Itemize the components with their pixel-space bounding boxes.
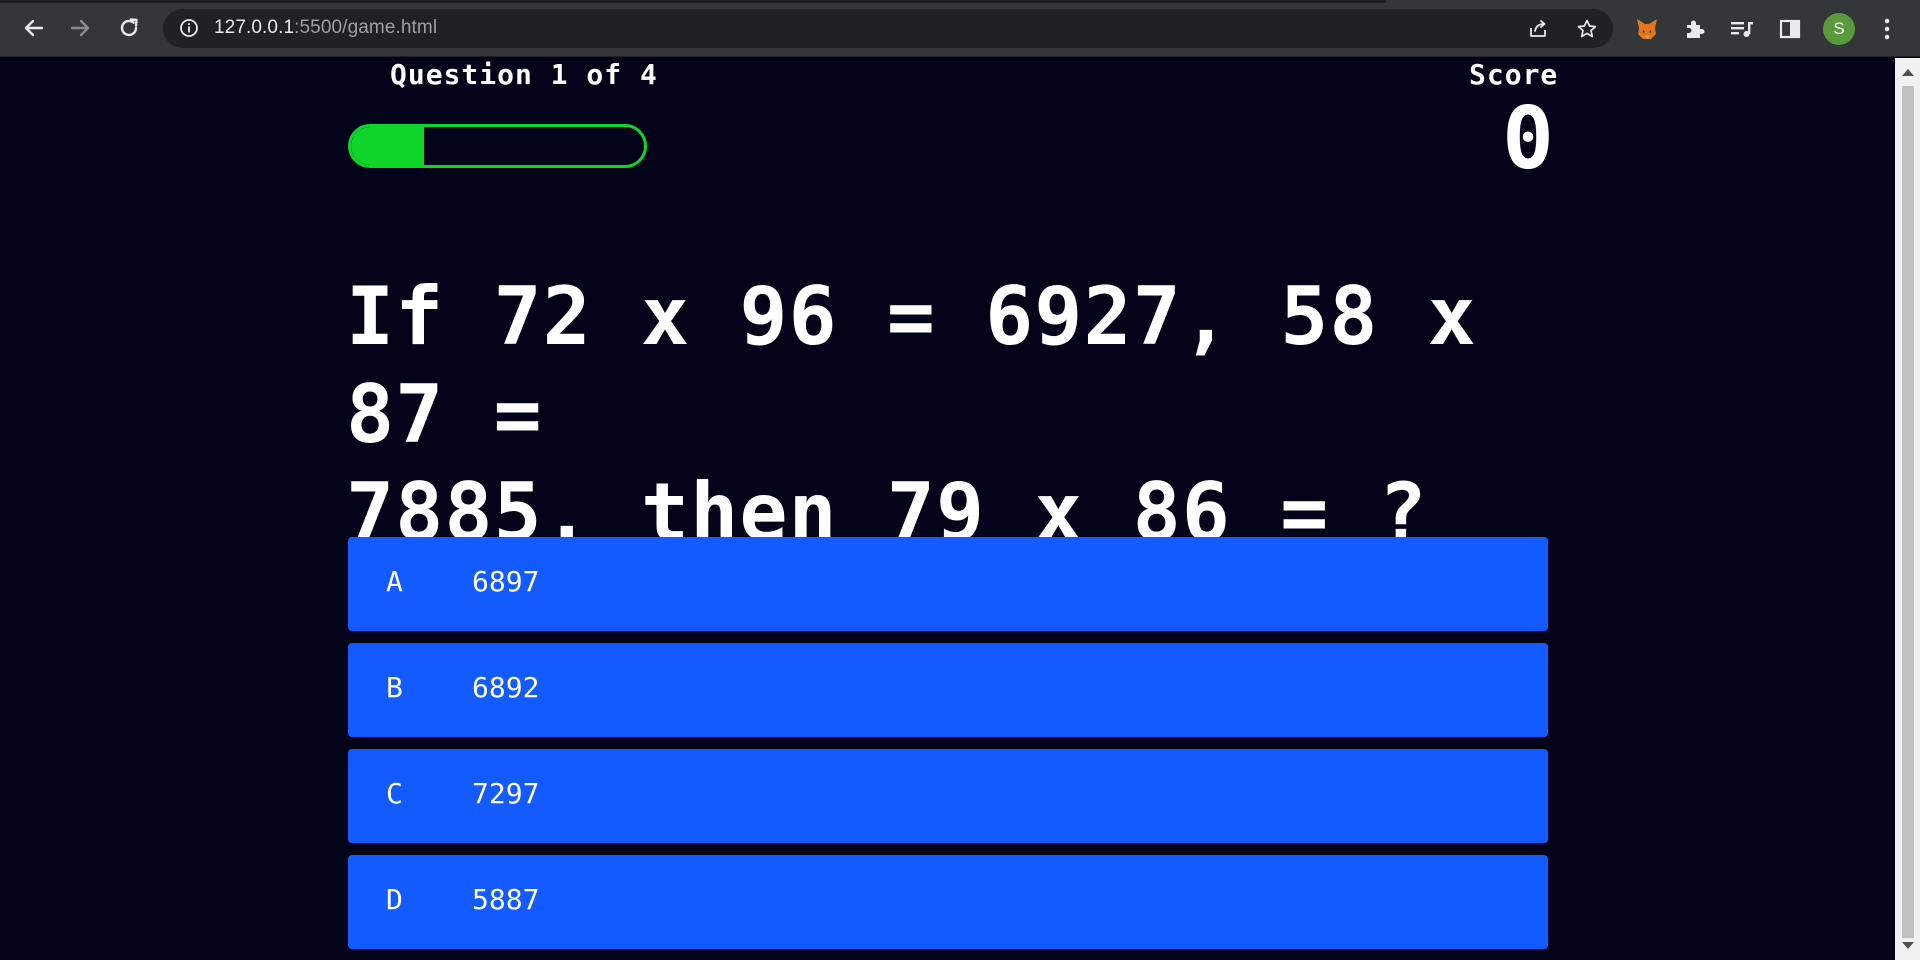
choice-text: 6897 (472, 565, 540, 598)
profile-avatar[interactable]: S (1823, 13, 1855, 45)
choice-a[interactable]: A 6897 (348, 537, 1548, 631)
scroll-down-arrow-icon[interactable] (1902, 942, 1914, 949)
back-button[interactable] (14, 9, 52, 47)
choice-text: 6892 (472, 671, 540, 704)
vertical-scrollbar[interactable] (1895, 58, 1920, 960)
choice-d[interactable]: D 5887 (348, 855, 1548, 949)
choice-prefix: B (386, 671, 403, 704)
kebab-menu-icon (1884, 18, 1890, 40)
side-panel-icon (1779, 19, 1801, 39)
choice-prefix: C (386, 777, 403, 810)
media-control-button[interactable] (1725, 12, 1759, 46)
reload-button[interactable] (110, 9, 148, 47)
progress-text: Question 1 of 4 (390, 58, 658, 91)
star-icon[interactable] (1576, 18, 1598, 40)
progress-bar (348, 124, 647, 168)
address-bar[interactable]: 127.0.0.1:5500/game.html (163, 9, 1613, 48)
browser-toolbar: 127.0.0.1:5500/game.html S (0, 0, 1920, 57)
forward-arrow-icon (70, 19, 90, 37)
metamask-fox-icon (1637, 19, 1657, 39)
info-icon[interactable] (179, 18, 199, 38)
share-icon[interactable] (1527, 18, 1549, 40)
choice-b[interactable]: B 6892 (348, 643, 1548, 737)
forward-button[interactable] (62, 9, 100, 47)
question-text: If 72 x 96 = 6927, 58 x 87 = 7885, then … (346, 268, 1556, 562)
browser-menu-button[interactable] (1870, 12, 1904, 46)
scrollbar-thumb[interactable] (1902, 86, 1914, 938)
choice-text: 5887 (472, 883, 540, 916)
score-label: Score (1469, 58, 1559, 91)
url-host: 127.0.0.1 (214, 17, 295, 38)
tab-strip-edge (0, 0, 1386, 3)
progress-bar-fill (351, 127, 425, 165)
url-path: :5500/game.html (294, 17, 438, 38)
url-text[interactable]: 127.0.0.1:5500/game.html (214, 17, 437, 39)
question-line-1: If 72 x 96 = 6927, 58 x 87 = (346, 270, 1477, 461)
reload-icon (120, 18, 138, 37)
side-panel-button[interactable] (1773, 12, 1807, 46)
extensions-puzzle-icon (1687, 20, 1705, 38)
back-arrow-icon (24, 19, 44, 37)
game-page: Question 1 of 4 Score 0 If 72 x 96 = 692… (0, 58, 1895, 960)
metamask-extension[interactable] (1630, 12, 1664, 46)
choice-c[interactable]: C 7297 (348, 749, 1548, 843)
choice-prefix: A (386, 565, 403, 598)
score-value: 0 (1502, 89, 1554, 189)
media-queue-icon (1731, 22, 1753, 37)
extensions-button[interactable] (1678, 12, 1712, 46)
choice-prefix: D (386, 883, 403, 916)
scroll-up-arrow-icon[interactable] (1902, 69, 1914, 76)
choice-text: 7297 (472, 777, 540, 810)
